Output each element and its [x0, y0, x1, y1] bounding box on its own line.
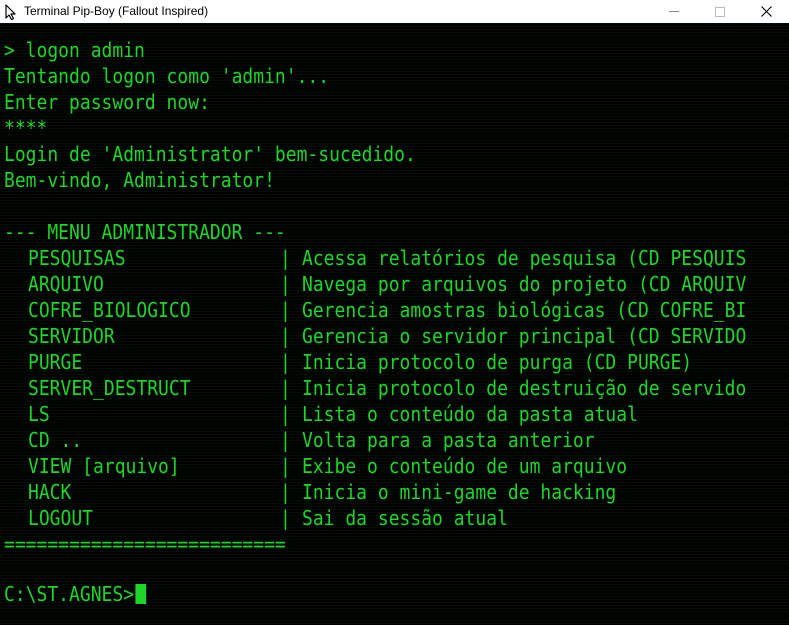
menu-item-description: Sai da sessão atual [302, 506, 508, 530]
menu-separator: | [280, 376, 291, 400]
menu-item-command: CD .. [28, 428, 83, 452]
menu-item-description: Inicia protocolo de purga (CD PURGE) [302, 350, 693, 374]
terminal-line-password-prompt: Enter password now: [4, 90, 210, 114]
menu-item-description: Acessa relatórios de pesquisa (CD PESQUI… [302, 246, 747, 270]
menu-header: --- MENU ADMINISTRADOR --- [4, 220, 286, 244]
menu-item: HACK | Inicia o mini-game de hacking [0, 479, 789, 505]
menu-item: LOGOUT | Sai da sessão atual [0, 505, 789, 531]
menu-separator: | [280, 350, 291, 374]
command-prompt[interactable]: C:\ST.AGNES> [4, 581, 146, 607]
minimize-icon [669, 11, 679, 12]
maximize-button[interactable] [697, 0, 743, 23]
close-icon [760, 6, 772, 17]
menu-item-description: Gerencia amostras biológicas (CD COFRE_B… [302, 298, 747, 322]
menu-item-command: ARQUIVO [28, 272, 104, 296]
text-cursor [134, 584, 146, 604]
terminal-line-command: > logon admin [4, 38, 145, 62]
menu-separator: | [280, 324, 291, 348]
menu-item-command: PURGE [28, 350, 83, 374]
title-bar[interactable]: Terminal Pip-Boy (Fallout Inspired) [0, 0, 789, 23]
menu-item-description: Exibe o conteúdo de um arquivo [302, 454, 628, 478]
minimize-button[interactable] [651, 0, 697, 23]
menu-separator: | [280, 272, 291, 296]
terminal-line-password-mask: **** [4, 116, 48, 140]
maximize-icon [715, 6, 725, 17]
menu-item: COFRE_BIOLOGICO | Gerencia amostras biol… [0, 297, 789, 323]
menu-separator: | [280, 298, 291, 322]
menu-item-description: Volta para a pasta anterior [302, 428, 595, 452]
menu-item-description: Lista o conteúdo da pasta atual [302, 402, 638, 426]
menu-item-command: SERVER_DESTRUCT [28, 376, 191, 400]
menu-footer: ========================== [4, 532, 286, 556]
menu-item-command: PESQUISAS [28, 246, 126, 270]
menu-item-command: LOGOUT [28, 506, 94, 530]
menu-item: VIEW [arquivo] | Exibe o conteúdo de um … [0, 453, 789, 479]
menu-separator: | [280, 428, 291, 452]
menu-separator: | [280, 506, 291, 530]
pip-boy-app-icon [4, 3, 20, 20]
close-button[interactable] [743, 0, 789, 23]
prompt-path: C:\ST.AGNES> [4, 582, 135, 606]
menu-item-description: Navega por arquivos do projeto (CD ARQUI… [302, 272, 747, 296]
menu-item: LS | Lista o conteúdo da pasta atual [0, 401, 789, 427]
menu-item-command: LS [28, 402, 50, 426]
terminal-line-welcome: Bem-vindo, Administrator! [4, 168, 275, 192]
menu-item: SERVER_DESTRUCT | Inicia protocolo de de… [0, 375, 789, 401]
menu-item-description: Inicia o mini-game de hacking [302, 480, 617, 504]
menu-item: PURGE | Inicia protocolo de purga (CD PU… [0, 349, 789, 375]
menu-item-command: HACK [28, 480, 72, 504]
menu-item: CD .. | Volta para a pasta anterior [0, 427, 789, 453]
menu-separator: | [280, 402, 291, 426]
terminal-window: Terminal Pip-Boy (Fallout Inspired) > lo… [0, 0, 789, 625]
terminal-output[interactable]: > logon admin Tentando logon como 'admin… [0, 23, 789, 625]
menu-item-command: COFRE_BIOLOGICO [28, 298, 191, 322]
terminal-line-logon-attempt: Tentando logon como 'admin'... [4, 64, 330, 88]
terminal-line-login-success: Login de 'Administrator' bem-sucedido. [4, 142, 416, 166]
menu-item-description: Inicia protocolo de destruição de servid… [302, 376, 747, 400]
menu-item: SERVIDOR | Gerencia o servidor principal… [0, 323, 789, 349]
menu-item-description: Gerencia o servidor principal (CD SERVID… [302, 324, 747, 348]
menu-separator: | [280, 480, 291, 504]
window-title: Terminal Pip-Boy (Fallout Inspired) [24, 4, 209, 18]
menu-item: PESQUISAS | Acessa relatórios de pesquis… [0, 245, 789, 271]
menu-item-command: VIEW [arquivo] [28, 454, 180, 478]
window-controls [651, 0, 789, 23]
menu-separator: | [280, 246, 291, 270]
menu-item-command: SERVIDOR [28, 324, 115, 348]
menu-separator: | [280, 454, 291, 478]
menu-item: ARQUIVO | Navega por arquivos do projeto… [0, 271, 789, 297]
